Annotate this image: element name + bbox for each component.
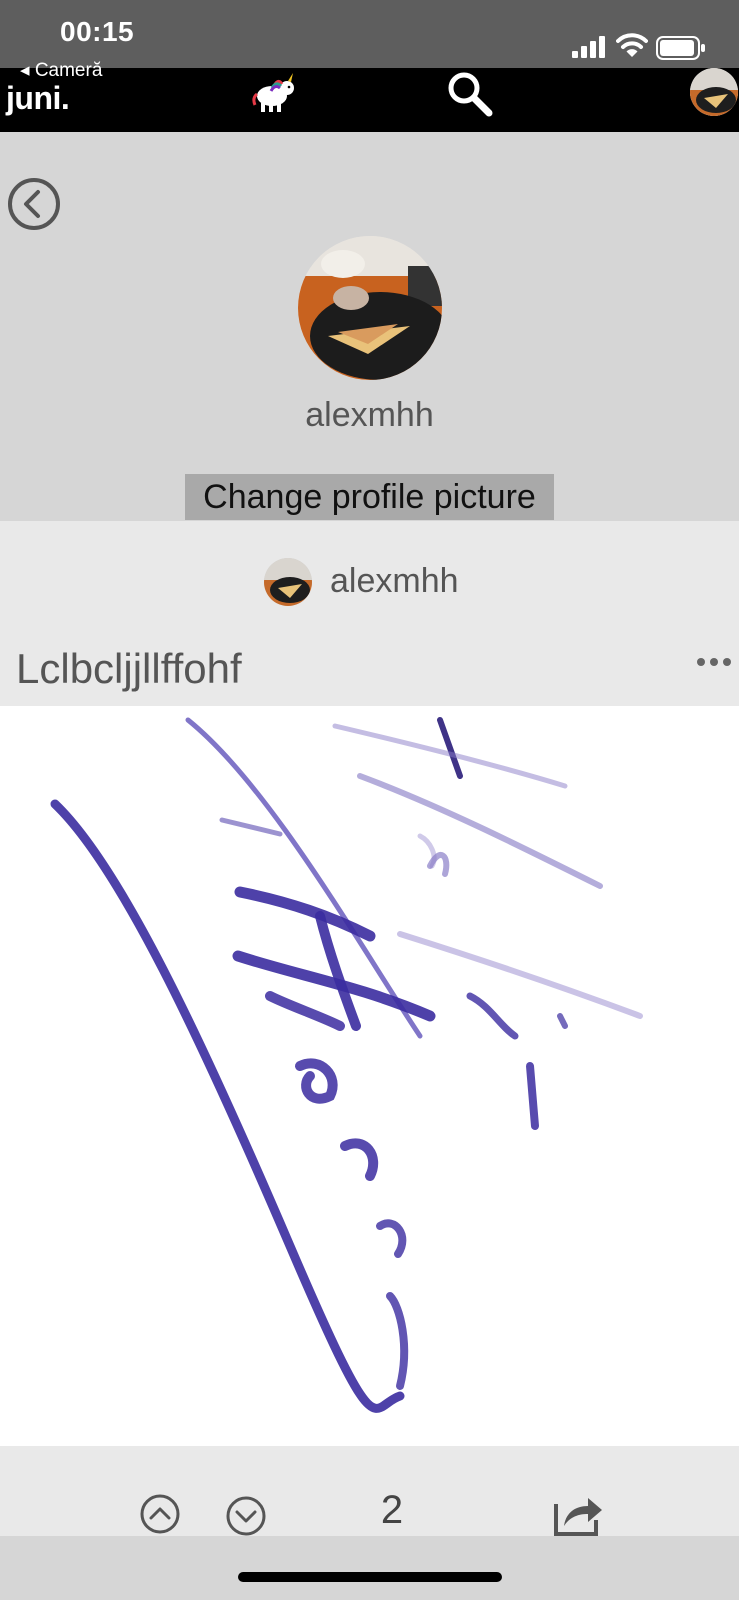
battery-icon [656, 36, 705, 60]
app-header [0, 68, 739, 132]
bottom-bar [0, 1536, 739, 1600]
home-indicator[interactable] [238, 1572, 502, 1582]
post-title: Lclbcljjllffohf [16, 645, 242, 692]
more-options-icon[interactable] [694, 652, 734, 672]
profile-avatar [298, 236, 442, 380]
back-to-camera-link[interactable]: ◂ Cameră [20, 59, 102, 82]
change-profile-picture-button[interactable]: Change profile picture [185, 474, 554, 520]
vote-count: 2 [380, 1488, 404, 1532]
status-time: 00:15 [60, 16, 135, 47]
search-icon[interactable] [444, 68, 496, 120]
signal-icon [572, 36, 605, 58]
upvote-button[interactable] [138, 1492, 182, 1536]
downvote-button[interactable] [224, 1494, 268, 1538]
avatar[interactable] [690, 68, 738, 116]
share-button[interactable] [552, 1490, 604, 1538]
post-image[interactable] [0, 706, 739, 1446]
post-author-avatar[interactable] [264, 558, 312, 606]
profile-username: alexmhh [305, 396, 434, 434]
app-logo[interactable]: juni. [6, 80, 70, 117]
post-author-name[interactable]: alexmhh [330, 562, 459, 601]
unicorn-icon[interactable] [252, 72, 300, 114]
back-button[interactable] [6, 176, 62, 232]
wifi-icon [616, 33, 648, 57]
